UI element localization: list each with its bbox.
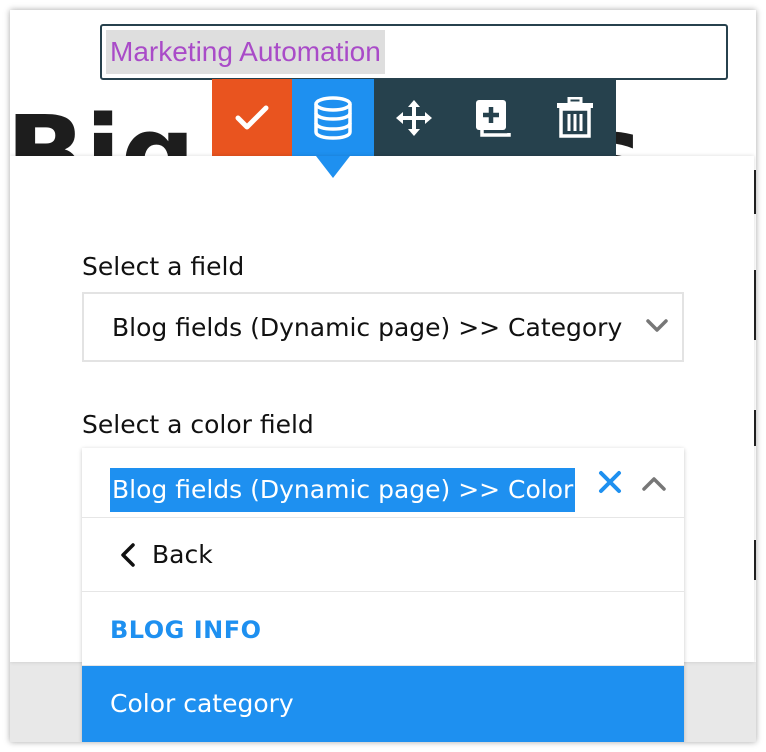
title-input[interactable]: Marketing Automation xyxy=(100,24,728,80)
element-toolbar xyxy=(212,79,616,157)
chevron-left-icon xyxy=(120,543,136,571)
check-icon xyxy=(235,105,269,131)
move-arrows-icon xyxy=(394,98,434,138)
dropdown-option-label: Color category xyxy=(110,689,294,718)
confirm-button[interactable] xyxy=(212,79,292,157)
title-selected-text: Marketing Automation xyxy=(106,30,385,74)
editor-frame: Big Bes Marketing Automation xyxy=(10,10,756,742)
clear-icon[interactable] xyxy=(598,470,622,498)
field-select[interactable]: Blog fields (Dynamic page) >> Category xyxy=(82,292,684,362)
dropdown-back-item[interactable]: Back xyxy=(82,518,684,592)
field-select-value: Blog fields (Dynamic page) >> Category xyxy=(112,313,623,342)
delete-button[interactable] xyxy=(534,79,616,157)
duplicate-button[interactable] xyxy=(454,79,534,157)
color-field-dropdown: Blog fields (Dynamic page) >> Color Back… xyxy=(82,448,684,742)
select-field-label: Select a field xyxy=(82,252,245,281)
trash-icon xyxy=(556,97,594,139)
chevron-down-icon xyxy=(646,318,668,337)
dropdown-group-header: BLOG INFO xyxy=(82,592,684,666)
chevron-up-icon[interactable] xyxy=(642,476,666,496)
color-field-select[interactable]: Blog fields (Dynamic page) >> Color xyxy=(82,448,684,518)
dropdown-back-label: Back xyxy=(152,540,213,569)
duplicate-icon xyxy=(472,96,516,140)
select-color-field-label: Select a color field xyxy=(82,410,314,439)
dropdown-option-color-category[interactable]: Color category xyxy=(82,666,684,742)
color-field-selected-value: Blog fields (Dynamic page) >> Color xyxy=(110,468,576,512)
dynamic-data-button[interactable] xyxy=(292,79,374,157)
toolbar-pointer-arrow xyxy=(316,156,350,178)
move-button[interactable] xyxy=(374,79,454,157)
database-icon xyxy=(313,96,353,140)
background-text-edge xyxy=(754,160,756,670)
dropdown-group-label: BLOG INFO xyxy=(110,616,262,644)
